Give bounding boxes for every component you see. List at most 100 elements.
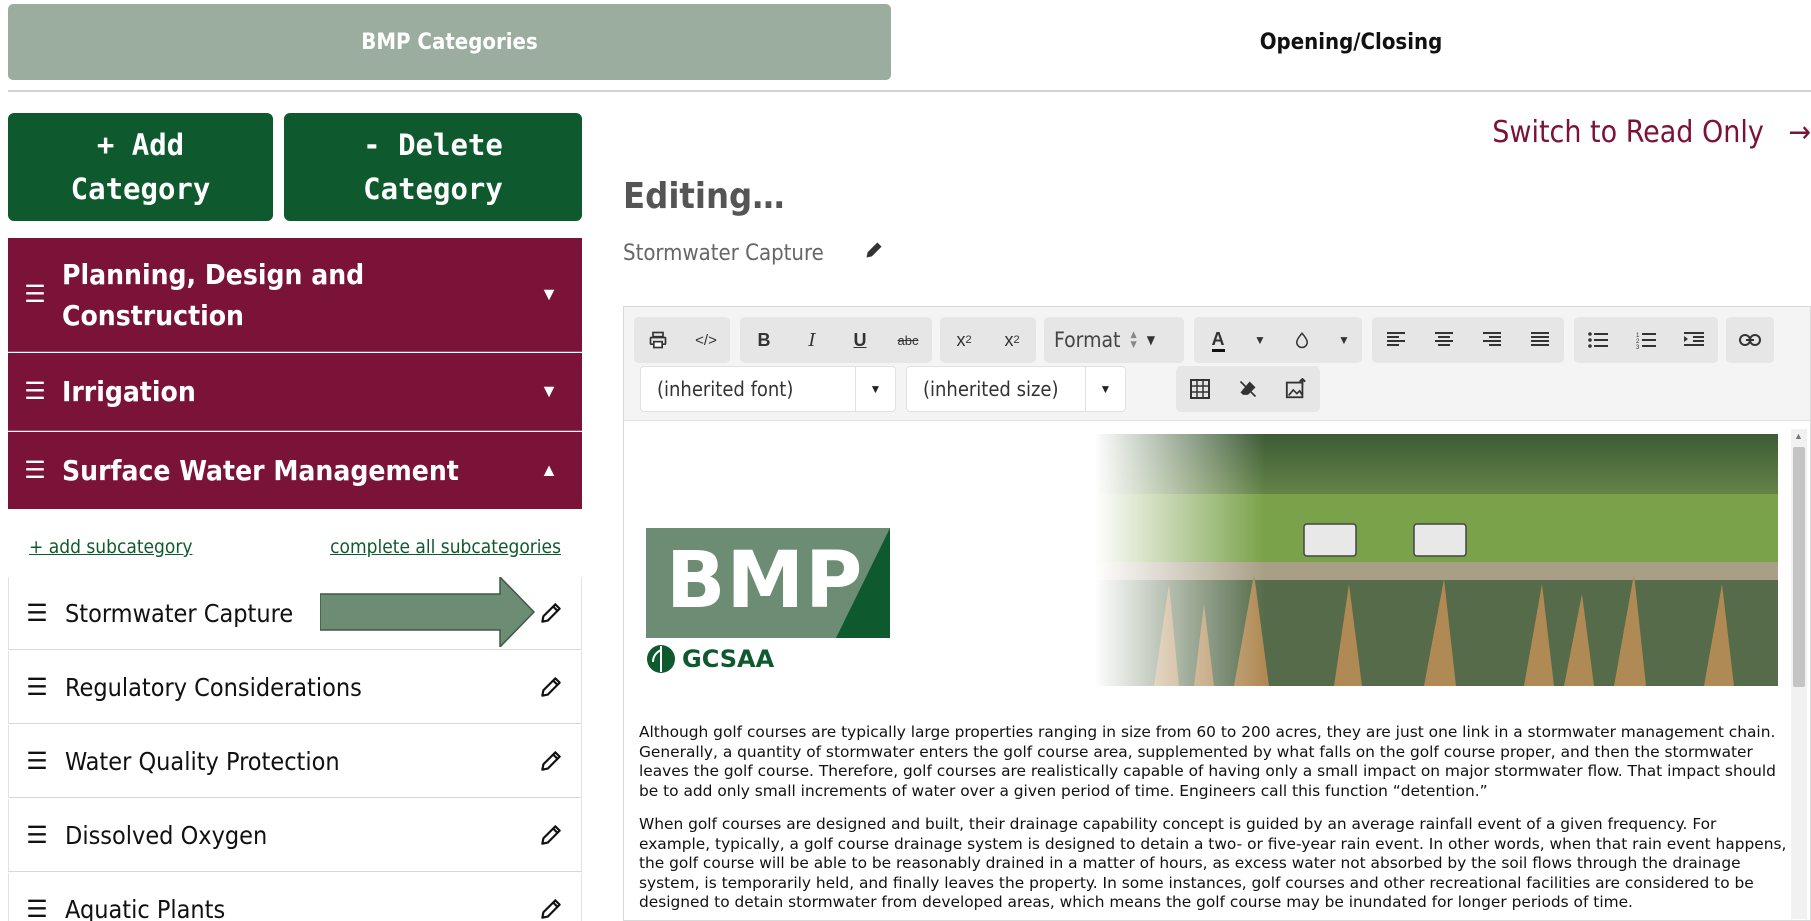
toolbar-group-insert — [1176, 366, 1320, 412]
add-subcategory-link[interactable]: + add subcategory — [29, 536, 193, 558]
subcategory-water-quality-protection[interactable]: ☰ Water Quality Protection — [8, 725, 582, 798]
tab-opening-closing[interactable]: Opening/Closing — [891, 4, 1811, 80]
switch-to-read-only-link[interactable]: Switch to Read Only → — [1492, 115, 1811, 150]
scroll-up-icon[interactable]: ▲ — [1794, 431, 1803, 441]
subcategory-links: + add subcategory complete all subcatego… — [8, 532, 582, 568]
toolbar-group-colors: A ▼ ▼ — [1194, 317, 1362, 363]
delete-category-label-line1: - Delete — [363, 128, 503, 162]
bulleted-list-icon[interactable] — [1574, 317, 1622, 363]
drag-handle-icon[interactable]: ☰ — [9, 895, 65, 921]
drag-handle-icon[interactable]: ☰ — [8, 377, 62, 406]
scrollbar-thumb[interactable] — [1793, 447, 1805, 687]
edit-pencil-icon[interactable] — [521, 748, 581, 774]
category-label: Irrigation — [62, 375, 196, 408]
drag-handle-icon[interactable]: ☰ — [9, 821, 65, 850]
drag-handle-icon[interactable]: ☰ — [8, 456, 62, 485]
gcsaa-emblem-icon — [647, 645, 675, 673]
subcategory-regulatory-considerations[interactable]: ☰ Regulatory Considerations — [8, 651, 582, 724]
svg-text:3: 3 — [1636, 345, 1640, 349]
font-size-select[interactable]: (inherited size) ▼ — [906, 366, 1126, 412]
editor-scrollbar[interactable]: ▲ — [1791, 429, 1807, 919]
chevron-down-icon: ▼ — [1146, 333, 1156, 347]
chevron-down-icon[interactable]: ▼ — [516, 381, 582, 402]
top-tab-bar: BMP Categories Opening/Closing — [8, 4, 1811, 92]
subscript-icon[interactable]: x2 — [940, 317, 988, 363]
chevron-down-icon: ▼ — [1085, 367, 1125, 411]
page-title-row: Stormwater Capture — [623, 240, 884, 266]
link-icon[interactable] — [1726, 317, 1774, 363]
category-label-line1: Planning, Design and — [62, 257, 365, 291]
toolbar-group-text-style: B I U abc — [740, 317, 932, 363]
format-dropdown[interactable]: Format ▲ ▼ ▼ — [1044, 317, 1184, 363]
clear-format-icon[interactable] — [1224, 366, 1272, 412]
drag-handle-icon[interactable]: ☰ — [9, 673, 65, 702]
add-category-button[interactable]: + Add Category — [8, 113, 273, 221]
underline-icon[interactable]: U — [836, 317, 884, 363]
italic-icon[interactable]: I — [788, 317, 836, 363]
category-label-line2: Construction — [62, 298, 244, 332]
add-category-label-line1: + Add — [96, 128, 185, 162]
delete-category-label-line2: Category — [363, 172, 503, 206]
chevron-down-icon[interactable]: ▼ — [1242, 317, 1278, 363]
align-center-icon[interactable] — [1420, 317, 1468, 363]
golf-course-photo — [1094, 434, 1778, 686]
complete-all-subcategories-link[interactable]: complete all subcategories — [330, 536, 561, 558]
highlight-icon[interactable] — [1278, 317, 1326, 363]
format-label: Format — [1054, 328, 1121, 352]
chevron-down-icon[interactable]: ▼ — [516, 284, 582, 305]
chevron-down-icon[interactable]: ▼ — [1326, 317, 1362, 363]
text-color-icon[interactable]: A — [1194, 317, 1242, 363]
category-label: Surface Water Management — [62, 454, 459, 487]
tab-bmp-categories[interactable]: BMP Categories — [8, 4, 891, 80]
drag-handle-icon[interactable]: ☰ — [9, 599, 65, 628]
justify-icon[interactable] — [1516, 317, 1564, 363]
add-category-label-line2: Category — [70, 172, 211, 206]
subcategory-dissolved-oxygen[interactable]: ☰ Dissolved Oxygen — [8, 799, 582, 872]
category-planning-design-construction[interactable]: ☰ Planning, Design and Construction ▼ — [8, 238, 582, 352]
subcategory-label: Regulatory Considerations — [65, 672, 362, 702]
category-surface-water-management[interactable]: ☰ Surface Water Management ▲ — [8, 432, 582, 509]
subcategory-label: Dissolved Oxygen — [65, 820, 268, 850]
editing-heading: Editing… — [623, 176, 785, 217]
switch-label: Switch to Read Only — [1492, 115, 1764, 150]
align-right-icon[interactable] — [1468, 317, 1516, 363]
subcategory-label: Water Quality Protection — [65, 746, 340, 776]
gcsaa-logo-text: GCSAA — [682, 645, 775, 673]
print-icon[interactable] — [634, 317, 682, 363]
delete-category-button[interactable]: - Delete Category — [284, 113, 582, 221]
numbered-list-icon[interactable]: 123 — [1622, 317, 1670, 363]
edit-pencil-icon[interactable] — [521, 674, 581, 700]
superscript-icon[interactable]: x2 — [988, 317, 1036, 363]
toolbar-group-lists: 123 — [1574, 317, 1718, 363]
toolbar-group-print: </> — [634, 317, 730, 363]
code-icon[interactable]: </> — [682, 317, 730, 363]
subcategory-label: Aquatic Plants — [65, 894, 226, 921]
toolbar-group-align — [1372, 317, 1564, 363]
font-family-select[interactable]: (inherited font) ▼ — [640, 366, 896, 412]
subcategory-aquatic-plants[interactable]: ☰ Aquatic Plants — [8, 873, 582, 921]
annotation-arrow-icon — [320, 577, 535, 647]
chevron-up-icon[interactable]: ▲ — [516, 460, 582, 481]
arrow-right-icon: → — [1788, 115, 1811, 150]
edit-pencil-icon[interactable] — [521, 896, 581, 921]
page-title: Stormwater Capture — [623, 240, 824, 266]
font-size-value: (inherited size) — [923, 377, 1059, 401]
align-left-icon[interactable] — [1372, 317, 1420, 363]
font-family-value: (inherited font) — [657, 377, 794, 401]
drag-handle-icon[interactable]: ☰ — [8, 280, 62, 309]
spinner-icon: ▲ ▼ — [1130, 330, 1137, 350]
edit-pencil-icon[interactable] — [521, 822, 581, 848]
indent-icon[interactable] — [1670, 317, 1718, 363]
editor-content[interactable]: BMP GCSAA Although golf courses are typi… — [624, 422, 1810, 920]
category-label: Planning, Design and Construction — [62, 254, 516, 336]
insert-image-icon[interactable] — [1272, 366, 1320, 412]
category-irrigation[interactable]: ☰ Irrigation ▼ — [8, 353, 582, 431]
paragraph-2: When golf courses are designed and built… — [639, 815, 1787, 911]
edit-title-pencil-icon[interactable] — [864, 240, 884, 266]
strikethrough-icon[interactable]: abc — [884, 317, 932, 363]
toolbar-group-link — [1726, 317, 1774, 363]
bold-icon[interactable]: B — [740, 317, 788, 363]
table-icon[interactable] — [1176, 366, 1224, 412]
rich-text-editor: </> B I U abc x2 x2 Format ▲ ▼ ▼ A ▼ ▼ 1… — [623, 306, 1811, 921]
drag-handle-icon[interactable]: ☰ — [9, 747, 65, 776]
